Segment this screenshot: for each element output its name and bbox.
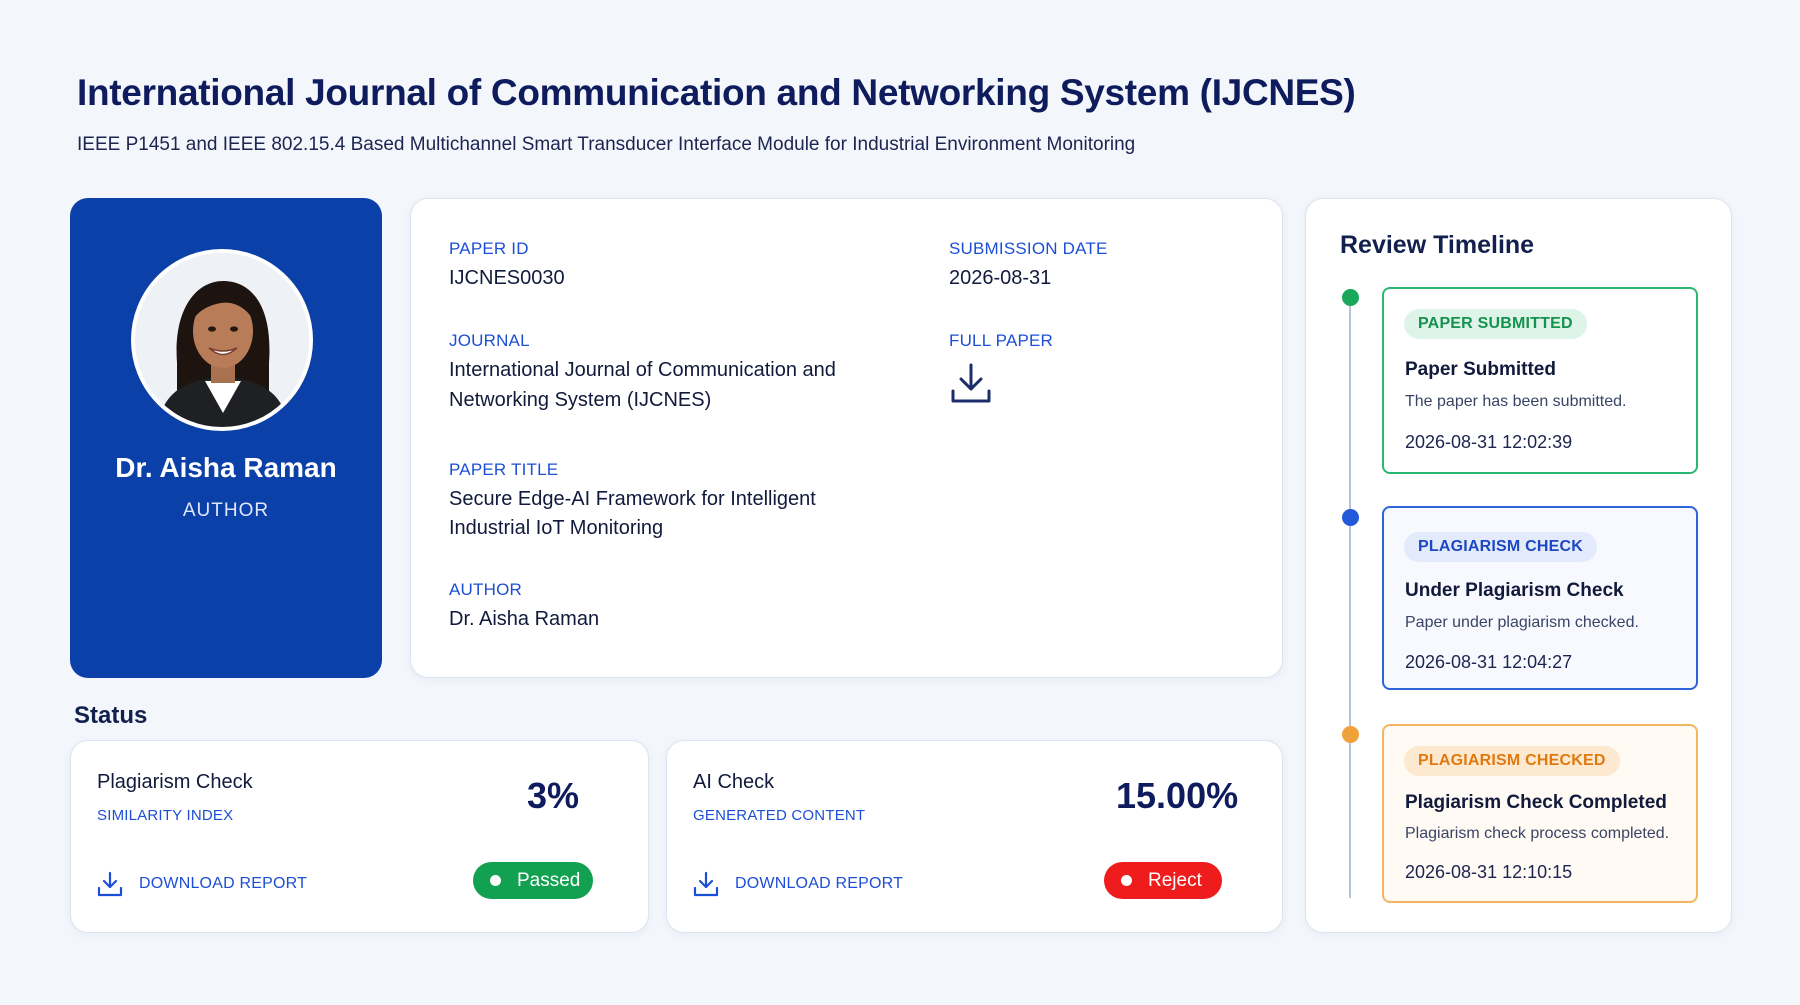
ai-check-card: AI Check GENERATED CONTENT 15.00% DOWNLO… [666, 740, 1283, 933]
download-report-label: DOWNLOAD REPORT [735, 875, 904, 892]
journal-line-1: International Journal of Communication a… [449, 359, 836, 381]
paper-title-label: PAPER TITLE [449, 460, 559, 479]
timeline-badge: PAPER SUBMITTED [1404, 309, 1587, 339]
ai-status-badge: Reject [1104, 862, 1222, 899]
timeline-dot-submitted [1342, 289, 1359, 306]
download-report-label: DOWNLOAD REPORT [139, 875, 308, 892]
timeline-badge: PLAGIARISM CHECKED [1404, 746, 1620, 776]
submission-date-value: 2026-08-31 [949, 267, 1052, 289]
timeline-event-description: Plagiarism check process completed. [1405, 825, 1670, 842]
similarity-index-label: SIMILARITY INDEX [97, 807, 234, 824]
timeline-event-time: 2026-08-31 12:02:39 [1405, 432, 1573, 452]
timeline-event-time: 2026-08-31 12:04:27 [1405, 652, 1573, 672]
full-paper-download-icon[interactable] [949, 361, 993, 405]
timeline-dot-plagiarism-checked [1342, 726, 1359, 743]
author-value: Dr. Aisha Raman [449, 608, 600, 630]
plagiarism-download-report-link[interactable]: DOWNLOAD REPORT [97, 871, 307, 897]
review-timeline-card: Review Timeline PAPER SUBMITTED Paper Su… [1305, 198, 1732, 933]
author-role: AUTHOR [182, 500, 270, 521]
author-profile-card: Dr. Aisha Raman AUTHOR [70, 198, 382, 678]
review-timeline-title: Review Timeline [1340, 231, 1535, 259]
paper-id-label: PAPER ID [449, 239, 529, 258]
timeline-event-description: Paper under plagiarism checked. [1405, 614, 1639, 631]
download-icon [97, 871, 123, 897]
status-dot-icon [1121, 875, 1132, 886]
author-name: Dr. Aisha Raman [115, 452, 337, 483]
timeline-line [1349, 297, 1351, 898]
avatar [131, 249, 313, 431]
timeline-event-heading: Paper Submitted [1405, 359, 1556, 380]
generated-content-value: 15.00% [1116, 775, 1239, 816]
plagiarism-check-card: Plagiarism Check SIMILARITY INDEX 3% DOW… [70, 740, 649, 933]
author-label: AUTHOR [449, 580, 522, 599]
timeline-event-plagiarism-check: PLAGIARISM CHECK Under Plagiarism Check … [1382, 506, 1698, 690]
timeline-event-heading: Plagiarism Check Completed [1405, 792, 1667, 813]
submission-date-label: SUBMISSION DATE [949, 239, 1108, 258]
paper-title-line-1: Secure Edge-AI Framework for Intelligent [449, 488, 816, 510]
ai-status-text: Reject [1148, 869, 1202, 891]
timeline-event-time: 2026-08-31 12:10:15 [1405, 862, 1573, 882]
timeline-event-submitted: PAPER SUBMITTED Paper Submitted The pape… [1382, 287, 1698, 474]
timeline-event-plagiarism-checked: PLAGIARISM CHECKED Plagiarism Check Comp… [1382, 724, 1698, 903]
plagiarism-check-title: Plagiarism Check [97, 771, 253, 793]
timeline-dot-plagiarism-check [1342, 509, 1359, 526]
paper-info-card: PAPER ID IJCNES0030 SUBMISSION DATE 2026… [410, 198, 1283, 678]
paper-id-value: IJCNES0030 [449, 267, 565, 289]
journal-line-2: Networking System (IJCNES) [449, 389, 712, 411]
status-heading: Status [74, 702, 148, 729]
status-dot-icon [490, 875, 501, 886]
ai-download-report-link[interactable]: DOWNLOAD REPORT [693, 871, 903, 897]
avatar-image [135, 253, 309, 427]
page-subtitle: IEEE P1451 and IEEE 802.15.4 Based Multi… [77, 134, 1136, 155]
plagiarism-status-badge: Passed [473, 862, 593, 899]
ai-check-title: AI Check [693, 771, 775, 793]
paper-title-line-2: Industrial IoT Monitoring [449, 517, 664, 539]
timeline-event-heading: Under Plagiarism Check [1405, 580, 1624, 601]
generated-content-label: GENERATED CONTENT [693, 807, 866, 824]
similarity-index-value: 3% [527, 775, 580, 816]
download-icon [693, 871, 719, 897]
plagiarism-status-text: Passed [517, 869, 581, 891]
timeline-badge: PLAGIARISM CHECK [1404, 532, 1597, 562]
full-paper-label: FULL PAPER [949, 331, 1054, 350]
timeline-event-description: The paper has been submitted. [1405, 393, 1627, 410]
page-title: International Journal of Communication a… [77, 72, 1356, 113]
journal-label: JOURNAL [449, 331, 530, 350]
